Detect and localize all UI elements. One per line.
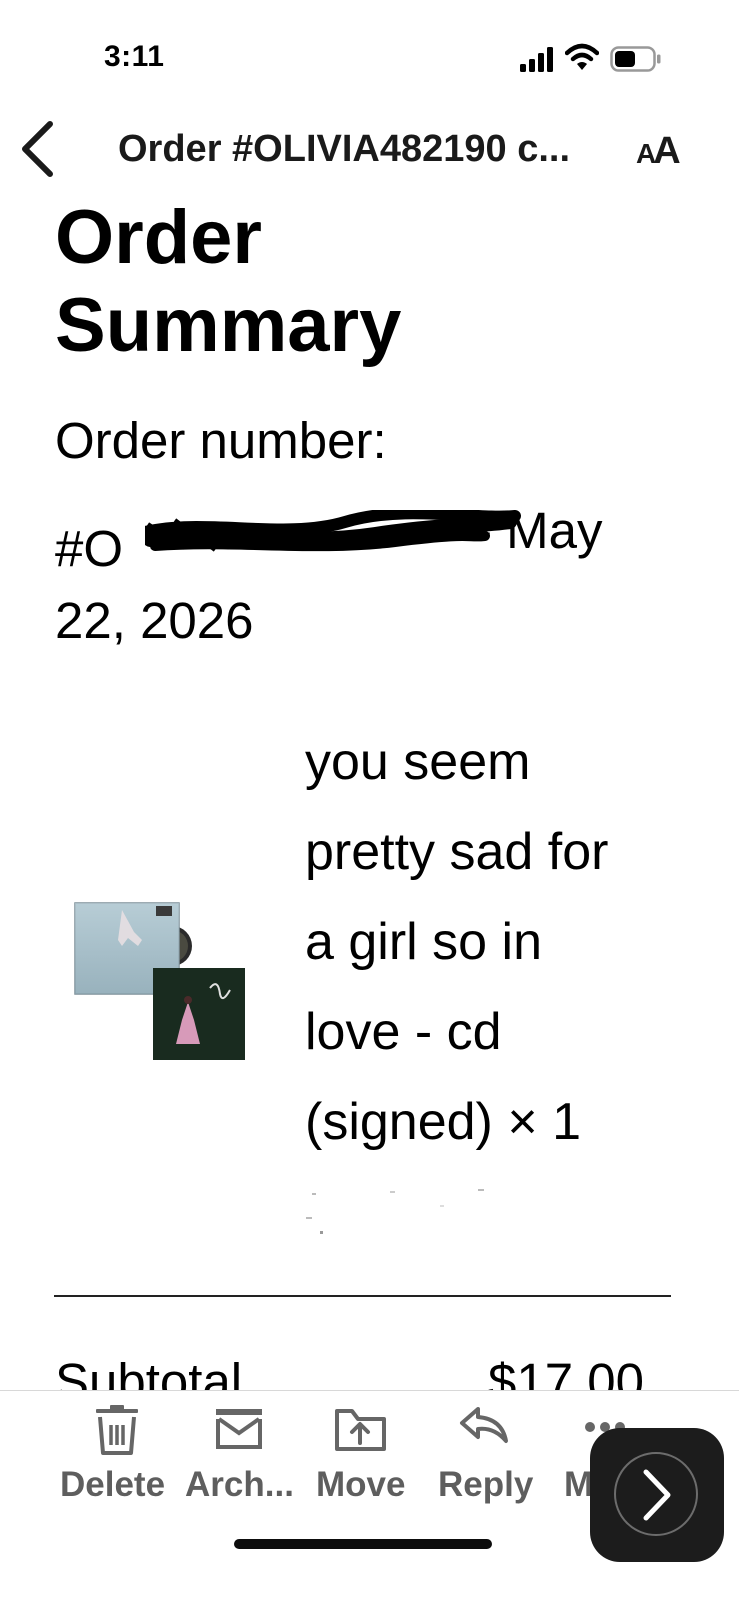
move-label: Move (316, 1465, 406, 1504)
more-label: M (564, 1465, 594, 1504)
status-time: 3:11 (104, 40, 165, 73)
product-name[interactable]: you seem pretty sad for a girl so in lov… (305, 717, 725, 1167)
wifi-icon (565, 43, 599, 70)
reply-arrow-icon (460, 1407, 508, 1443)
redacted-order-number: #O (55, 510, 521, 577)
battery-icon (610, 46, 661, 72)
text-size-button[interactable]: AA (636, 130, 681, 173)
redaction-scribble (145, 510, 521, 552)
heading-line-1: Order (55, 195, 262, 280)
order-number-label: Order number: (55, 412, 387, 469)
summary-divider (54, 1295, 671, 1297)
nav-title: Order #OLIVIA482190 c... (118, 128, 571, 170)
faint-redaction-specks (306, 1189, 484, 1234)
order-number-line: #O - May (55, 486, 695, 577)
product-name-line-1: you seem (305, 733, 531, 791)
order-summary-heading: Order Summary (55, 194, 675, 370)
text-size-large-a: A (653, 130, 681, 172)
archive-box-icon (216, 1409, 262, 1449)
order-number-block: Order number: #O - May 22, 2026 (55, 396, 695, 666)
order-date-rest: 22, 2026 (55, 592, 254, 649)
floating-forward-button[interactable] (590, 1428, 724, 1562)
product-thumbnail[interactable] (72, 900, 250, 1064)
delete-label: Delete (60, 1465, 166, 1504)
trash-icon (96, 1405, 138, 1455)
chevron-right-icon (643, 1469, 671, 1521)
reply-label: Reply (438, 1465, 534, 1504)
product-name-line-4: love - cd (305, 1003, 502, 1061)
home-indicator[interactable] (234, 1539, 492, 1549)
product-name-line-3: a girl so in (305, 913, 542, 971)
archive-label: Arch... (185, 1465, 294, 1504)
order-number-prefix: #O (55, 520, 124, 577)
folder-move-icon (335, 1409, 386, 1451)
cellular-signal-icon (520, 47, 553, 72)
heading-line-2: Summary (55, 283, 402, 368)
product-name-line-2: pretty sad for (305, 823, 609, 881)
product-name-line-5: (signed) × 1 (305, 1093, 582, 1151)
back-chevron-icon[interactable] (16, 118, 58, 180)
